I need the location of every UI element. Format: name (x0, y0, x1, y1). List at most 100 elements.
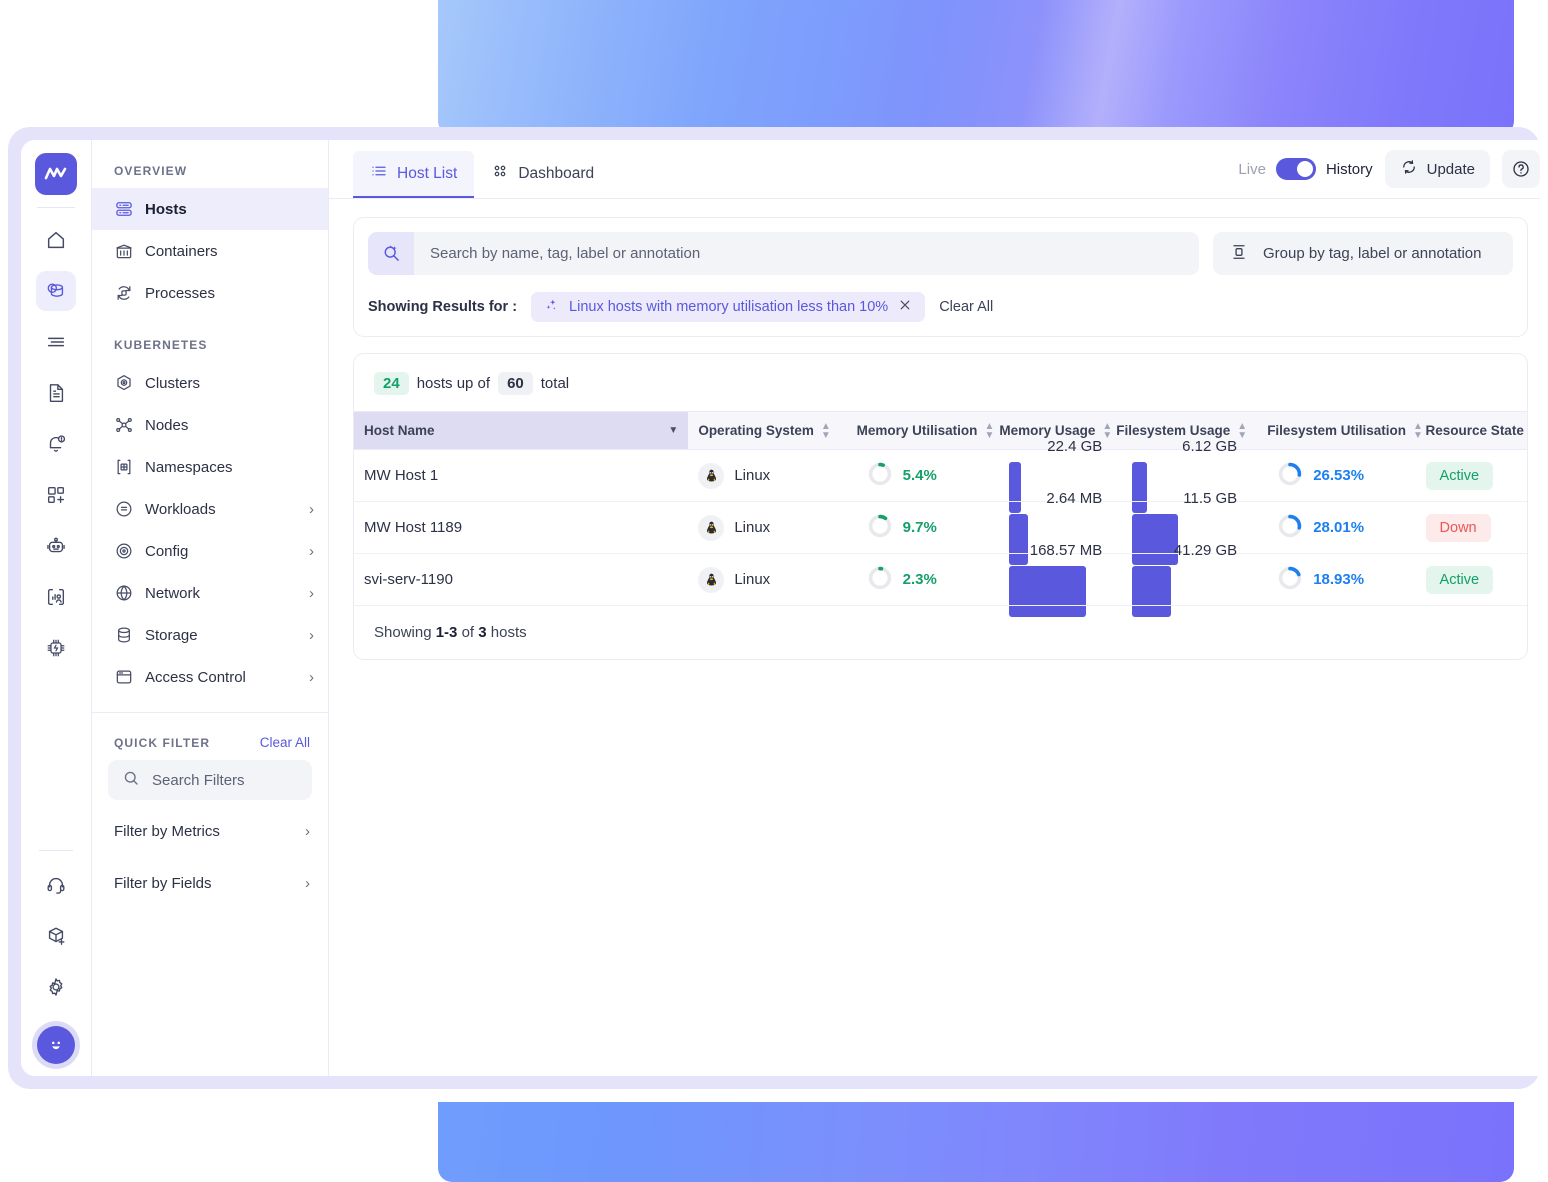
app-logo[interactable] (35, 153, 77, 195)
sidebar-item-hosts[interactable]: Hosts (92, 188, 328, 230)
cell-memory-usage: 168.57 MB (999, 554, 1122, 606)
cell-filesystem-utilisation: 26.53% (1257, 450, 1415, 502)
sidebar-item-workloads[interactable]: Workloads › (92, 488, 328, 530)
col-resource-state[interactable]: Resource State ▲▼ (1416, 412, 1527, 450)
clear-all-filters-button[interactable]: Clear All (939, 299, 993, 315)
chevron-right-icon: › (309, 586, 314, 601)
quick-filter-clear-all[interactable]: Clear All (260, 735, 310, 750)
cell-memory-utilisation: 2.3% (847, 554, 999, 606)
sidebar-item-label: Hosts (145, 201, 314, 218)
cell-host-name[interactable]: MW Host 1 (354, 450, 688, 502)
filesystem-usage-value: 11.5 GB (1132, 490, 1237, 507)
infrastructure-icon[interactable] (36, 271, 76, 311)
table-row[interactable]: svi-serv-1190Linux 2.3% 168.57 MB41.29 GB1… (354, 554, 1527, 606)
sidebar-item-storage[interactable]: Storage › (92, 614, 328, 656)
alerts-bell-icon[interactable] (36, 424, 76, 464)
update-button[interactable]: Update (1385, 150, 1490, 188)
status-badge: Down (1426, 514, 1491, 542)
filesystem-usage-value: 41.29 GB (1132, 542, 1237, 559)
workload-icon (114, 499, 134, 519)
sidebar-item-label: Namespaces (145, 459, 314, 476)
memory-utilisation-donut (867, 513, 893, 543)
sidebar-item-processes[interactable]: Processes (92, 272, 328, 314)
dashboard-grid-icon (491, 162, 509, 185)
live-history-toggle[interactable]: Live History (1238, 158, 1372, 180)
search-card: Search by name, tag, label or annotation… (353, 217, 1528, 337)
cell-filesystem-usage: 41.29 GB (1122, 554, 1257, 606)
close-icon[interactable] (898, 298, 912, 316)
col-host-name[interactable]: Host Name ▼ (354, 412, 688, 450)
chip-icon[interactable] (36, 628, 76, 668)
filesystem-utilisation-donut (1277, 565, 1303, 595)
hosts-up-count: 24 (374, 372, 409, 395)
search-filters-input[interactable]: Search Filters (108, 760, 312, 800)
filter-chip[interactable]: Linux hosts with memory utilisation less… (531, 292, 925, 322)
add-cube-icon[interactable] (36, 916, 76, 956)
col-operating-system[interactable]: Operating System ▲▼ (688, 412, 846, 450)
document-icon[interactable] (36, 373, 76, 413)
rum-user-icon[interactable] (36, 577, 76, 617)
group-by-input[interactable]: Group by tag, label or annotation (1213, 232, 1513, 275)
rail-divider-bottom (39, 850, 73, 851)
sort-icon[interactable]: ▲▼ (984, 422, 994, 440)
sort-icon[interactable]: ▲▼ (1237, 422, 1247, 440)
sidebar-item-containers[interactable]: Containers (92, 230, 328, 272)
table-row[interactable]: MW Host 1Linux5.4%22.4 GB6.12 GB26.53%Ac… (354, 450, 1527, 502)
table-row[interactable]: MW Host 1189Linux9.7%2.64 MB11.5 GB28.01… (354, 502, 1527, 554)
table-footer: Showing 1-3 of 3 hosts (354, 606, 1527, 659)
filesystem-utilisation-donut (1277, 513, 1303, 543)
logs-icon[interactable] (36, 322, 76, 362)
linux-icon (698, 515, 724, 541)
add-widget-icon[interactable] (36, 475, 76, 515)
sidebar-item-access-control[interactable]: Access Control › (92, 656, 328, 698)
section-label-overview: OVERVIEW (92, 140, 328, 188)
tab-label: Host List (397, 165, 457, 183)
col-label: Resource State (1426, 423, 1524, 438)
avatar[interactable] (37, 1026, 75, 1064)
memory-utilisation-value: 9.7% (903, 519, 937, 536)
memory-utilisation-donut (867, 565, 893, 595)
sort-icon[interactable]: ▲▼ (1102, 422, 1112, 440)
col-memory-utilisation[interactable]: Memory Utilisation ▲▼ (847, 412, 999, 450)
cell-resource-state: Active (1416, 554, 1527, 606)
sidebar-item-nodes[interactable]: Nodes (92, 404, 328, 446)
sidebar-item-config[interactable]: Config › (92, 530, 328, 572)
chevron-right-icon: › (309, 628, 314, 643)
cell-operating-system: Linux (688, 554, 846, 606)
ai-search-icon[interactable] (368, 232, 414, 275)
sort-desc-icon[interactable]: ▼ (668, 426, 678, 435)
filter-by-metrics-row[interactable]: Filter by Metrics › (92, 810, 328, 852)
cell-host-name[interactable]: svi-serv-1190 (354, 554, 688, 606)
memory-usage-value: 2.64 MB (1009, 490, 1102, 507)
filter-by-fields-row[interactable]: Filter by Fields › (92, 862, 328, 904)
headset-support-icon[interactable] (36, 865, 76, 905)
sort-icon[interactable]: ▲▼ (1413, 422, 1423, 440)
chevron-right-icon: › (305, 876, 310, 891)
hosts-total-text: total (541, 375, 569, 392)
col-label: Memory Usage (999, 423, 1095, 438)
footer-prefix: Showing (374, 624, 436, 641)
cell-filesystem-utilisation: 18.93% (1257, 554, 1415, 606)
sort-icon[interactable]: ▲▼ (821, 422, 831, 440)
robot-icon[interactable] (36, 526, 76, 566)
filesystem-usage-value: 6.12 GB (1132, 438, 1237, 455)
col-label: Filesystem Utilisation (1267, 423, 1406, 438)
memory-utilisation-value: 2.3% (903, 571, 937, 588)
refresh-icon (1400, 158, 1418, 180)
tab-host-list[interactable]: Host List (353, 151, 474, 198)
col-filesystem-utilisation[interactable]: Filesystem Utilisation ▲▼ (1257, 412, 1415, 450)
sidebar-item-namespaces[interactable]: Namespaces (92, 446, 328, 488)
home-icon[interactable] (36, 220, 76, 260)
footer-total: 3 (478, 624, 486, 641)
rail-divider (37, 207, 75, 208)
tab-dashboard[interactable]: Dashboard (474, 151, 611, 198)
search-input[interactable]: Search by name, tag, label or annotation (368, 232, 1199, 275)
gear-icon[interactable] (36, 967, 76, 1007)
cell-host-name[interactable]: MW Host 1189 (354, 502, 688, 554)
sidebar-item-clusters[interactable]: Clusters (92, 362, 328, 404)
showing-results-label: Showing Results for : (368, 299, 517, 315)
history-switch[interactable] (1276, 158, 1316, 180)
footer-range: 1-3 (436, 624, 458, 641)
sidebar-item-network[interactable]: Network › (92, 572, 328, 614)
help-circle-icon[interactable] (1502, 150, 1540, 188)
